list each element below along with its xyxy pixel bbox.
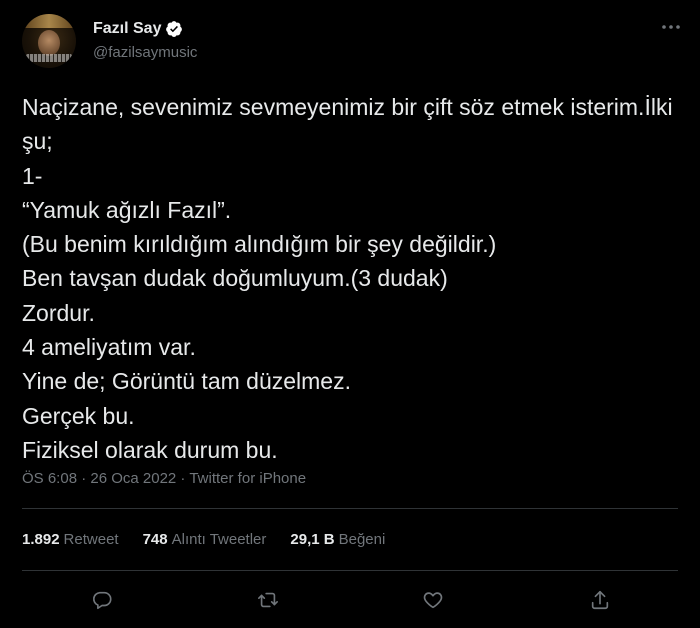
tweet-source[interactable]: Twitter for iPhone — [189, 470, 306, 487]
more-options-icon[interactable] — [658, 14, 684, 40]
author-display-name[interactable]: Fazıl Say — [93, 20, 161, 38]
retweets-count: 1.892 — [22, 531, 60, 548]
divider — [22, 508, 678, 509]
tweet-actions — [0, 582, 700, 618]
reply-icon[interactable] — [84, 582, 120, 618]
like-icon[interactable] — [415, 582, 451, 618]
author-handle[interactable]: @fazilsaymusic — [93, 44, 197, 61]
tweet: Fazıl Say @fazilsaymusic Naçizane, seven… — [0, 0, 700, 628]
divider — [22, 570, 678, 571]
share-icon[interactable] — [582, 582, 618, 618]
quotes-label: Alıntı Tweetler — [171, 531, 267, 548]
tweet-timestamp[interactable]: ÖS 6:08 · 26 Oca 2022 · — [22, 470, 185, 487]
avatar-piano-keys — [26, 54, 72, 62]
avatar[interactable] — [22, 14, 76, 68]
quotes-stat[interactable]: 748 Alıntı Tweetler — [143, 531, 267, 548]
tweet-metadata: ÖS 6:08 · 26 Oca 2022 · Twitter for iPho… — [22, 470, 306, 487]
likes-count: 29,1 B — [290, 531, 335, 548]
verified-badge-icon — [165, 20, 183, 38]
retweets-label: Retweet — [63, 531, 119, 548]
tweet-text: Naçizane, sevenimiz sevmeyenimiz bir çif… — [22, 94, 673, 463]
tweet-stats: 1.892 Retweet 748 Alıntı Tweetler 29,1 B Be… — [22, 531, 385, 548]
author-name-row[interactable]: Fazıl Say — [93, 20, 183, 38]
avatar-face — [38, 30, 60, 56]
avatar-banner — [22, 14, 76, 28]
likes-label: Beğeni — [338, 531, 386, 548]
likes-stat[interactable]: 29,1 B Beğeni — [290, 531, 385, 548]
retweets-stat[interactable]: 1.892 Retweet — [22, 531, 119, 548]
quotes-count: 748 — [142, 531, 168, 548]
retweet-icon[interactable] — [250, 582, 286, 618]
